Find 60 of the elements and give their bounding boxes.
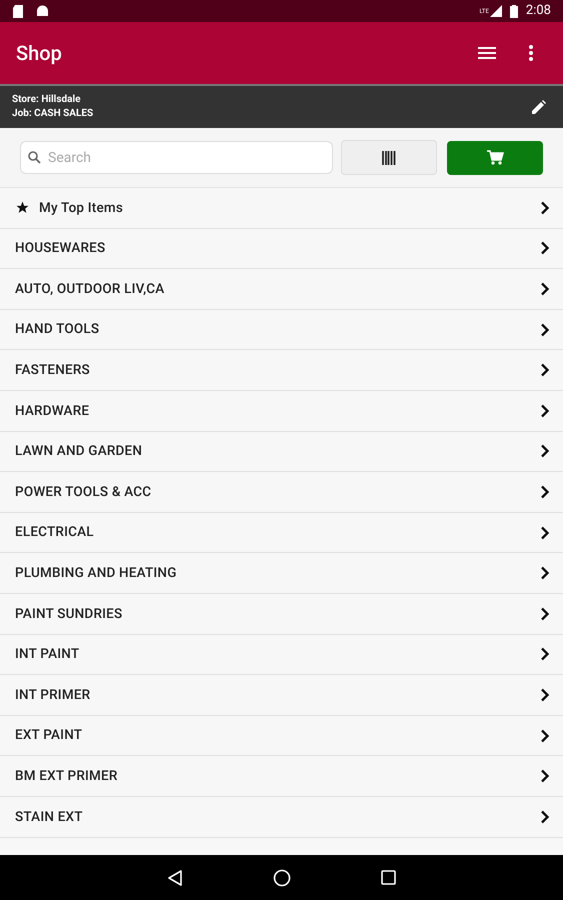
category-row[interactable]: HOUSEWARES bbox=[0, 228, 563, 270]
pencil-icon bbox=[532, 100, 546, 114]
star-icon bbox=[16, 201, 29, 214]
category-label: EXT PAINT bbox=[15, 726, 84, 746]
recent-apps-button[interactable] bbox=[381, 870, 396, 885]
cart-icon bbox=[486, 150, 504, 165]
chevron-right-icon bbox=[540, 647, 550, 662]
home-icon bbox=[273, 868, 291, 886]
chevron-right-icon bbox=[540, 810, 550, 824]
back-button[interactable] bbox=[167, 870, 183, 886]
chevron-right-icon bbox=[540, 241, 550, 256]
status-time: 2:08 bbox=[526, 2, 551, 20]
recent-apps-icon bbox=[381, 870, 396, 885]
signal-icon bbox=[490, 5, 502, 17]
back-icon bbox=[167, 870, 183, 886]
sd-card-icon bbox=[12, 4, 24, 18]
favorites-label: My Top Items bbox=[39, 198, 124, 218]
category-row[interactable]: EXT PAINT bbox=[0, 716, 563, 756]
android-icon bbox=[36, 5, 49, 17]
app-title: Shop bbox=[16, 40, 63, 67]
more-vertical-icon bbox=[529, 45, 533, 61]
category-label: INT PRIMER bbox=[15, 686, 92, 705]
chevron-right-icon bbox=[540, 363, 550, 378]
chevron-right-icon bbox=[540, 769, 550, 784]
chevron-right-icon bbox=[540, 484, 550, 499]
category-label: HAND TOOLS bbox=[15, 320, 100, 340]
chevron-right-icon bbox=[540, 322, 550, 337]
battery-icon bbox=[510, 4, 518, 18]
chevron-right-icon bbox=[540, 404, 550, 418]
chevron-right-icon bbox=[540, 282, 550, 296]
chevron-right-icon bbox=[540, 200, 550, 215]
category-label: PLUMBING AND HEATING bbox=[15, 564, 178, 584]
chevron-right-icon bbox=[540, 566, 550, 580]
category-label: POWER TOOLS & ACC bbox=[15, 482, 152, 502]
category-label: FASTENERS bbox=[15, 361, 91, 380]
category-label: BM EXT PRIMER bbox=[15, 766, 119, 786]
category-label: STAIN EXT bbox=[15, 808, 84, 827]
category-row[interactable]: LAWN AND GARDEN bbox=[0, 432, 563, 472]
store-label: Store: Hillsdale bbox=[12, 93, 82, 107]
category-row[interactable]: INT PAINT bbox=[0, 634, 563, 676]
job-label: Job: CASH SALES bbox=[12, 107, 94, 121]
menu-icon bbox=[478, 47, 496, 59]
chevron-right-icon bbox=[540, 606, 550, 621]
cart-button[interactable] bbox=[447, 140, 543, 174]
home-button[interactable] bbox=[273, 868, 291, 886]
chevron-right-icon bbox=[540, 444, 550, 458]
category-label: HARDWARE bbox=[15, 402, 90, 421]
category-label: AUTO, OUTDOOR LIV,CA bbox=[15, 280, 166, 299]
category-label: HOUSEWARES bbox=[15, 239, 106, 258]
category-label: ELECTRICAL bbox=[15, 523, 95, 542]
category-label: LAWN AND GARDEN bbox=[15, 442, 144, 462]
category-label: PAINT SUNDRIES bbox=[15, 604, 124, 624]
category-label: INT PAINT bbox=[15, 645, 80, 664]
search-icon bbox=[28, 151, 41, 164]
barcode-scan-button[interactable] bbox=[341, 140, 438, 175]
chevron-right-icon bbox=[540, 688, 550, 702]
barcode-icon bbox=[382, 150, 396, 164]
search-field[interactable]: Search bbox=[20, 141, 334, 174]
chevron-right-icon bbox=[540, 728, 550, 743]
chevron-right-icon bbox=[540, 526, 550, 540]
